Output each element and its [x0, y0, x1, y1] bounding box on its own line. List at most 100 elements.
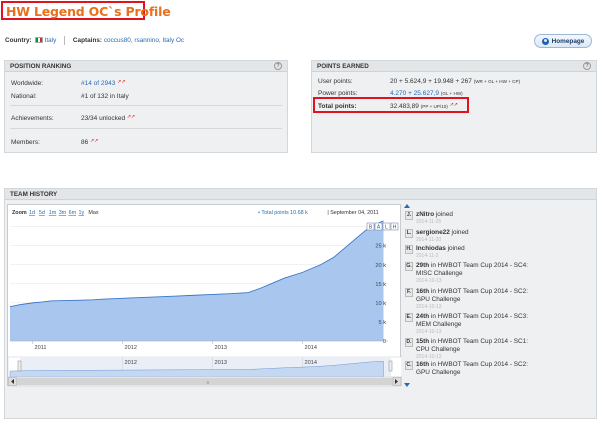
history-date: 2014-10-13 [416, 304, 442, 310]
history-highlight: 29th [416, 262, 430, 269]
history-text: 29th in HWBOT Team Cup 2014 - SC4: MISC C… [416, 262, 528, 278]
navigator-year-label: 2013 [215, 360, 227, 366]
country-link[interactable]: Italy [45, 37, 57, 44]
zoom-option-5d[interactable]: 5d [39, 210, 45, 216]
team-history-header: TEAM HISTORY [5, 189, 596, 200]
y-tick-label: 10 k [375, 301, 386, 307]
zoom-option-1m[interactable]: 1m [49, 210, 57, 216]
position-ranking-header: POSITION RANKING ? [5, 61, 287, 72]
history-badge[interactable]: G. [405, 262, 413, 271]
team-info-row: Country: Italy Captains: coccus80, rsanni… [5, 36, 184, 45]
x-tick-label: 2013 [215, 345, 227, 351]
chart-canvas[interactable]: Zoom 1d 5d 1m 3m 6m 1y Max • Total points 10.68 … [8, 205, 402, 387]
power-points-value: 4.270 + 25.627,9 (GL + HW) [390, 90, 463, 97]
divider [10, 128, 282, 129]
history-desc: joined [445, 245, 465, 252]
points-earned-header: POINTS EARNED ? [312, 61, 596, 72]
captains-links[interactable]: coccus80, rsannino, Italy Oc [104, 37, 184, 44]
scrollbar-thumb[interactable] [17, 378, 393, 385]
team-history-list: J. zNitro joined 2014-11-25 L. sergione22 jo… [405, 204, 588, 384]
y-tick-label: 20 k [375, 263, 386, 269]
zoom-option-6m[interactable]: 6m [69, 210, 77, 216]
history-badge[interactable]: H. [405, 245, 413, 254]
event-flag-label: H [393, 225, 397, 231]
homepage-label: Homepage [551, 37, 585, 45]
achievements-label: Achievements: [11, 115, 54, 122]
country-label: Country: [5, 37, 32, 45]
history-badge[interactable]: L. [405, 229, 413, 238]
y-tick-label: 25 k [375, 244, 386, 250]
history-badge[interactable]: F. [405, 288, 413, 297]
zoom-option-1y[interactable]: 1y [79, 210, 85, 216]
user-points-value: 20 + 5.624,9 + 19.948 + 267 (WR + GL + H… [390, 78, 520, 85]
history-desc: in HWBOT Team Cup 2014 - SC1: [429, 338, 528, 345]
history-text: zNitro joined [416, 211, 453, 219]
history-badge[interactable]: J. [405, 211, 413, 220]
divider [64, 36, 66, 45]
power-points-sum[interactable]: 4.270 + 25.627,9 [390, 90, 439, 97]
history-desc: in HWBOT Team Cup 2014 - SC4: [429, 262, 528, 269]
user-points-sum: 20 + 5.624,9 + 19.948 + 267 [390, 78, 472, 85]
history-text: 15th in HWBOT Team Cup 2014 - SC1: CPU Ch… [416, 338, 528, 354]
power-points-label: Power points: [318, 90, 358, 97]
navigator-left-handle-icon[interactable] [17, 360, 22, 372]
history-desc: in HWBOT Team Cup 2014 - SC2: [429, 361, 528, 368]
page-title-highlight: HW Legend OC`s Profile [1, 1, 171, 20]
user-points-label: User points: [318, 78, 353, 85]
zoom-label: Zoom [12, 210, 27, 216]
homepage-icon [541, 37, 549, 45]
history-text: 16th in HWBOT Team Cup 2014 - SC2: GPU Ch… [416, 361, 528, 377]
x-tick-label: 2014 [305, 345, 317, 351]
worldwide-label: Worldwide: [11, 80, 44, 87]
zoom-option-3m[interactable]: 3m [59, 210, 67, 216]
x-tick-label: 2011 [35, 345, 47, 351]
user-points-note: (WR + GL + HW + CP) [473, 79, 521, 84]
history-date: 2014-10-13 [416, 278, 442, 284]
history-date: 2014-11-20 [416, 237, 442, 243]
scrollbar-grip-icon: ≡ [207, 380, 210, 386]
history-badge[interactable]: C. [405, 361, 413, 370]
history-date: 2014-10-13 [416, 354, 442, 360]
history-date: 2014-10-13 [416, 329, 442, 335]
position-ranking-panel: POSITION RANKING ? Worldwide: #14 of 294… [4, 60, 288, 153]
points-earned-title: POINTS EARNED [317, 63, 369, 70]
history-date: 2014-11-25 [416, 219, 442, 225]
history-highlight: 16th [416, 288, 430, 295]
history-desc-line2: CPU Challenge [416, 346, 461, 353]
history-date: 2014-11-2 [416, 253, 439, 259]
worldwide-of: of 2943 [93, 80, 116, 87]
position-ranking-title: POSITION RANKING [10, 63, 72, 70]
national-value: #1 of 132 in Italy [81, 93, 129, 100]
history-badge[interactable]: E. [405, 313, 413, 322]
total-points-area [10, 220, 384, 341]
trend-icon: ↗↗ [117, 80, 126, 85]
zoom-option-Max[interactable]: Max [88, 210, 98, 216]
worldwide-rank-link[interactable]: #14 [81, 80, 92, 87]
y-tick-label: 0 [383, 339, 386, 345]
history-desc: in HWBOT Team Cup 2014 - SC3: [429, 313, 528, 320]
history-highlight: 15th [416, 338, 430, 345]
zoom-option-1d[interactable]: 1d [29, 210, 35, 216]
chart-legend-text: • Total points 10.68 k [258, 210, 308, 216]
history-highlight: sergione22 [416, 229, 450, 236]
worldwide-value: #14 of 2943 ↗↗ [81, 80, 125, 87]
captains-label: Captains: [72, 37, 103, 45]
members-value: 86 ↗↗ [81, 139, 98, 146]
chart-date-text: | September 04, 2011 [327, 210, 378, 216]
help-icon[interactable]: ? [583, 62, 591, 70]
team-history-chart[interactable]: Zoom 1d 5d 1m 3m 6m 1y Max • Total points 10.68 … [7, 204, 402, 387]
help-icon[interactable]: ? [274, 62, 282, 70]
history-text: 16th in HWBOT Team Cup 2014 - SC2: GPU Ch… [416, 288, 528, 304]
members-label: Members: [11, 139, 40, 146]
history-desc: joined [434, 211, 453, 218]
history-desc-line2: MEM Challenge [416, 321, 462, 328]
history-desc: in HWBOT Team Cup 2014 - SC2: [429, 288, 528, 295]
national-label: National: [11, 93, 37, 100]
team-history-title: TEAM HISTORY [10, 191, 58, 198]
x-tick-label: 2012 [125, 345, 137, 351]
trend-icon: ↗↗ [90, 139, 99, 144]
history-badge[interactable]: D. [405, 338, 413, 347]
navigator-right-handle-icon[interactable] [388, 360, 393, 372]
navigator-year-label: 2012 [125, 360, 137, 366]
homepage-button[interactable]: Homepage [534, 34, 592, 48]
